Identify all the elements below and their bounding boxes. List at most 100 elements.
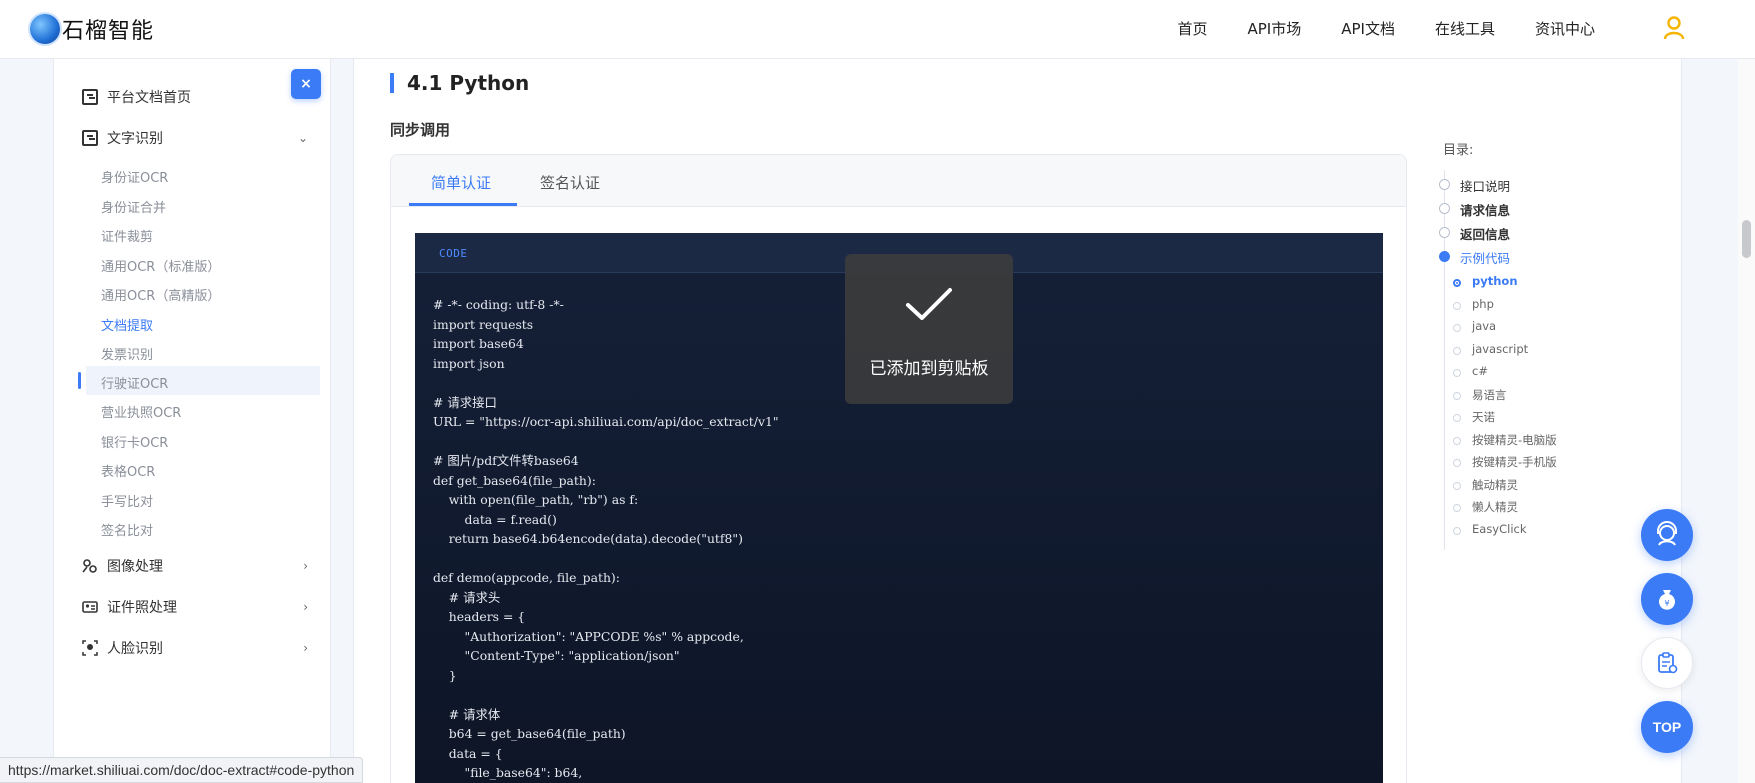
toc-sub-marker (1453, 414, 1461, 422)
code-line: # -*- coding: utf-8 -*- (433, 297, 564, 312)
toc-sub-marker (1453, 346, 1461, 355)
toc-sub-item[interactable]: 按键精灵-手机版 (1472, 454, 1557, 470)
tabs-header: 简单认证 签名认证 (391, 155, 1406, 207)
code-line: # 请求头 (433, 589, 501, 605)
code-line: b64 = get_base64(file_path) (433, 726, 626, 741)
chevron-right-icon: › (303, 641, 308, 655)
chevron-right-icon: › (303, 600, 308, 614)
code-line: data = f.read() (433, 511, 557, 527)
scrollbar-thumb[interactable] (1742, 220, 1751, 258)
sidebar-item-table-ocr[interactable]: 表格OCR (101, 461, 155, 480)
toc-sub-marker (1453, 301, 1461, 310)
code-line: # 请求接口 (433, 394, 497, 410)
pricing-button[interactable]: ¥ (1641, 573, 1693, 625)
toc-item[interactable]: 示例代码 (1460, 248, 1510, 267)
back-to-top-button[interactable]: TOP (1641, 701, 1693, 753)
nav-home[interactable]: 首页 (1177, 18, 1207, 39)
sidebar-item-signature[interactable]: 签名比对 (101, 520, 153, 539)
main-nav: 首页 API市场 API文档 在线工具 资讯中心 (1177, 18, 1595, 39)
sidebar-group-id-photo[interactable]: 证件照处理 › (82, 597, 312, 617)
check-icon (906, 288, 952, 320)
chevron-right-icon: › (303, 559, 308, 573)
tab-signature-auth[interactable]: 签名认证 (540, 172, 600, 193)
sidebar-item-id-card-ocr[interactable]: 身份证OCR (101, 167, 168, 186)
logo[interactable]: 石榴智能 (30, 13, 154, 45)
sidebar-group-face-recognition[interactable]: 人脸识别 › (82, 638, 312, 658)
face-icon (82, 640, 98, 656)
toc-sub-marker (1453, 369, 1461, 377)
sidebar-item-driving-license[interactable]: 行驶证OCR (101, 373, 168, 392)
code-line: "Authorization": "APPCODE %s" % appcode, (433, 628, 744, 644)
toc-sub-item[interactable]: php (1472, 297, 1494, 311)
toc-sub-item[interactable]: python (1472, 274, 1518, 288)
customer-service-button[interactable] (1641, 509, 1693, 561)
sidebar-item-general-ocr-high[interactable]: 通用OCR（高精版） (101, 285, 220, 304)
page-scrollbar[interactable] (1738, 59, 1755, 783)
toc-sub-item[interactable]: EasyClick (1472, 522, 1527, 536)
toc-sub-item[interactable]: 懒人精灵 (1472, 499, 1518, 515)
clipboard-icon (1658, 652, 1678, 674)
sidebar-item-bank-card[interactable]: 银行卡OCR (101, 432, 168, 451)
sidebar-item-business-license[interactable]: 营业执照OCR (101, 402, 181, 421)
sidebar-group-text-recognition[interactable]: 文字识别 ⌄ (82, 128, 312, 148)
doc-sidebar: × 平台文档首页 文字识别 ⌄ 身份证OCR 身份证合并 证件裁剪 通用OCR（… (53, 59, 331, 783)
image-processing-icon (82, 559, 97, 573)
toc-sub-item[interactable]: 易语言 (1472, 387, 1507, 403)
code-line: with open(file_path, "rb") as f: (433, 492, 639, 507)
user-icon[interactable] (1663, 16, 1685, 40)
toc-sub-marker (1453, 481, 1461, 490)
code-line: } (433, 667, 457, 683)
toc-marker (1439, 251, 1450, 262)
sidebar-item-doc-extract[interactable]: 文档提取 (101, 315, 153, 334)
id-card-icon (82, 601, 98, 613)
code-label: CODE (439, 247, 468, 260)
svg-text:¥: ¥ (1664, 599, 1669, 608)
toast-message: 已添加到剪贴板 (869, 359, 989, 379)
sidebar-group-image-processing[interactable]: 图像处理 › (82, 556, 312, 576)
sidebar-item-id-crop[interactable]: 证件裁剪 (101, 226, 153, 245)
sidebar-item-handwriting[interactable]: 手写比对 (101, 491, 153, 510)
logo-icon (30, 14, 60, 44)
toc-sub-item[interactable]: c# (1472, 364, 1488, 378)
top-navbar: 石榴智能 首页 API市场 API文档 在线工具 资讯中心 (0, 0, 1755, 59)
code-content: # -*- coding: utf-8 -*- import requests im… (433, 295, 779, 783)
sidebar-item-general-ocr-standard[interactable]: 通用OCR（标准版） (101, 256, 220, 275)
nav-api-docs[interactable]: API文档 (1341, 18, 1395, 39)
nav-news-center[interactable]: 资讯中心 (1535, 18, 1595, 39)
chevron-down-icon: ⌄ (297, 131, 308, 145)
document-icon (82, 130, 98, 146)
sidebar-group-label: 图像处理 (107, 559, 163, 575)
toc-sub-item[interactable]: 按键精灵-电脑版 (1472, 432, 1557, 448)
tab-simple-auth[interactable]: 简单认证 (431, 172, 491, 193)
toc-sub-item[interactable]: javascript (1472, 342, 1528, 356)
link-status-bar: https://market.shiliuai.com/doc/doc-extr… (0, 757, 364, 783)
nav-api-market[interactable]: API市场 (1248, 18, 1302, 39)
toc-sub-marker (1453, 504, 1461, 512)
sidebar-group-label: 人脸识别 (107, 641, 163, 657)
toc-item[interactable]: 请求信息 (1460, 200, 1510, 219)
sidebar-item-id-card-merge[interactable]: 身份证合并 (101, 197, 166, 216)
sidebar-item-invoice[interactable]: 发票识别 (101, 344, 153, 363)
toc-sub-marker (1453, 391, 1461, 400)
section-title: 4.1 Python (407, 71, 530, 95)
code-line: # 图片/pdf文件转base64 (433, 453, 579, 468)
code-line: data = { (433, 745, 503, 761)
code-line: # 请求体 (433, 706, 501, 722)
feedback-button[interactable] (1641, 637, 1693, 689)
subsection-title: 同步调用 (390, 121, 451, 139)
nav-online-tools[interactable]: 在线工具 (1435, 18, 1495, 39)
toc-sub-item[interactable]: java (1472, 319, 1496, 333)
toc-sub-item[interactable]: 触动精灵 (1472, 477, 1518, 493)
toc-marker (1439, 227, 1450, 238)
toc-sub-marker (1453, 526, 1461, 535)
toc-item[interactable]: 返回信息 (1460, 224, 1510, 243)
sidebar-item-doc-home[interactable]: 平台文档首页 (82, 87, 312, 107)
toc-sub-item[interactable]: 天诺 (1472, 409, 1495, 425)
toc-sub-marker (1453, 436, 1461, 445)
toc-item[interactable]: 接口说明 (1460, 176, 1510, 195)
code-line: return base64.b64encode(data).decode("ut… (433, 531, 743, 546)
